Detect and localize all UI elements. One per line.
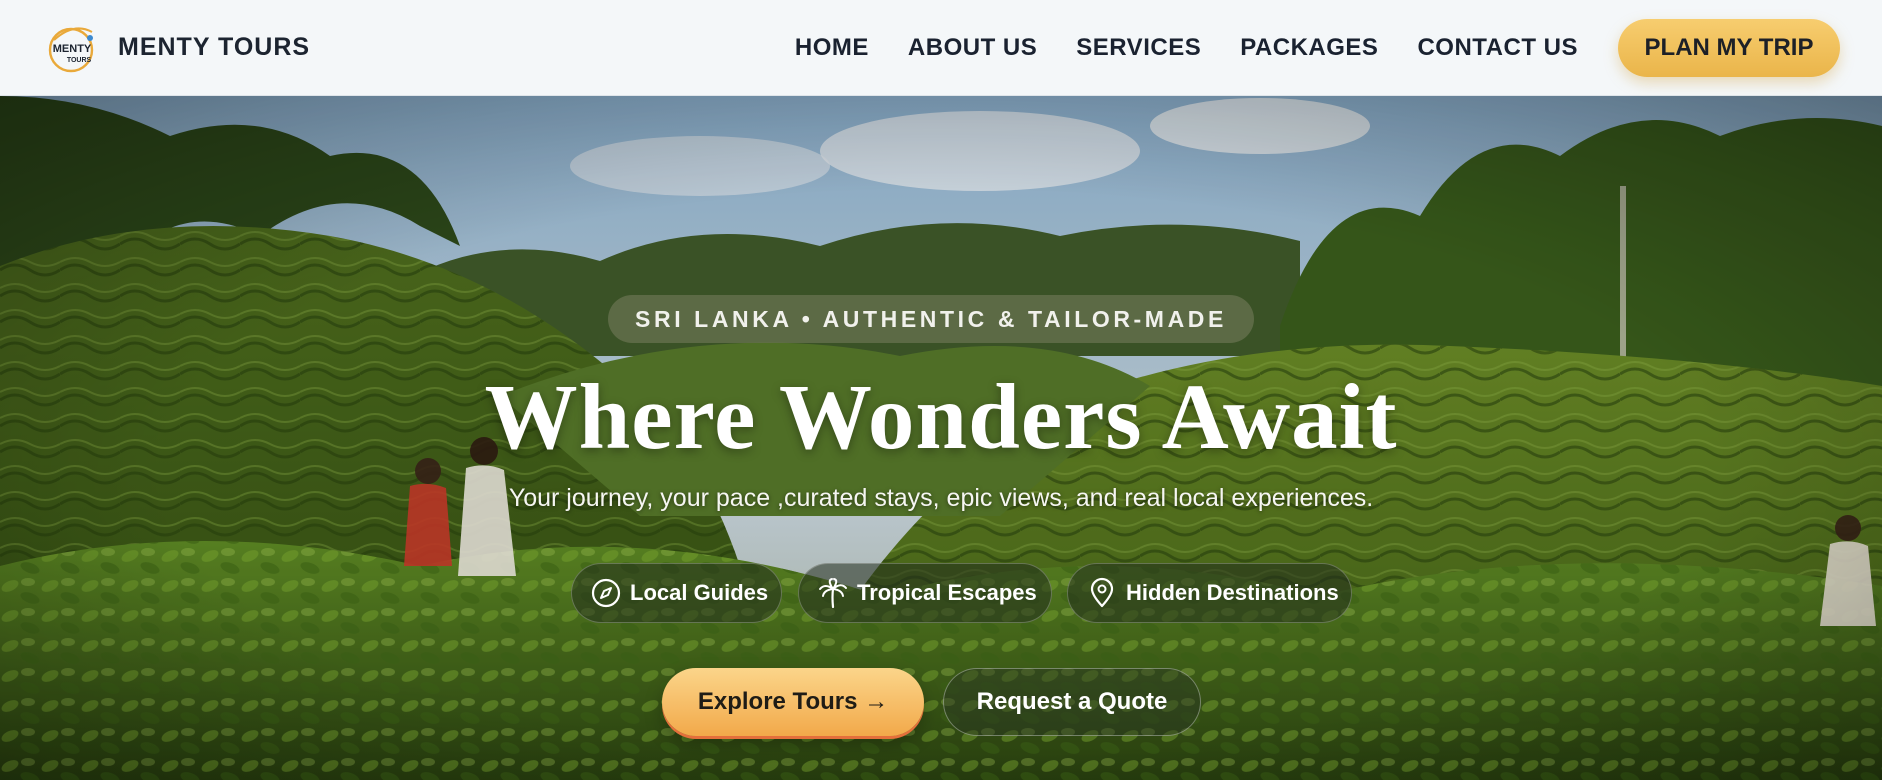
site-header: MENTY TOURS MENTY TOURS HOME ABOUT US SE… <box>0 0 1882 96</box>
explore-tours-button[interactable]: Explore Tours → <box>662 668 924 736</box>
plan-my-trip-button[interactable]: PLAN MY TRIP <box>1618 18 1840 77</box>
chip-label: Tropical Escapes <box>857 580 1037 605</box>
hero-tagline-badge: SRI LANKA • AUTHENTIC & TAILOR-MADE <box>608 295 1254 343</box>
chip-label: Hidden Destinations <box>1126 580 1339 605</box>
chip-local-guides: Local Guides <box>571 563 782 623</box>
nav-about-us[interactable]: ABOUT US <box>908 34 1037 62</box>
request-quote-button[interactable]: Request a Quote <box>943 668 1201 736</box>
chip-label: Local Guides <box>630 580 769 605</box>
logo-link[interactable]: MENTY TOURS MENTY TOURS <box>46 20 310 76</box>
menty-tours-logo: MENTY TOURS <box>46 20 102 76</box>
palm-tree-icon <box>817 577 849 609</box>
nav-home[interactable]: HOME <box>795 34 869 62</box>
main-nav: HOME ABOUT US SERVICES PACKAGES CONTACT … <box>795 18 1882 77</box>
compass-icon <box>590 577 622 609</box>
nav-contact-us[interactable]: CONTACT US <box>1417 34 1578 62</box>
map-pin-icon <box>1086 577 1118 609</box>
chip-tropical-escapes: Tropical Escapes <box>798 563 1052 623</box>
feature-chips: Local Guides Tropical Escapes Hidden Des… <box>0 563 1882 623</box>
hero-title: Where Wonders Await <box>484 366 1398 469</box>
nav-packages[interactable]: PACKAGES <box>1240 34 1378 62</box>
logo-text-top: MENTY <box>53 43 92 55</box>
logo-text-bottom: TOURS <box>67 57 92 64</box>
hero-subtitle: Your journey, your pace ,curated stays, … <box>508 484 1374 512</box>
brand-name: MENTY TOURS <box>118 33 311 61</box>
chip-hidden-destinations: Hidden Destinations <box>1067 563 1352 623</box>
nav-services[interactable]: SERVICES <box>1076 34 1201 62</box>
